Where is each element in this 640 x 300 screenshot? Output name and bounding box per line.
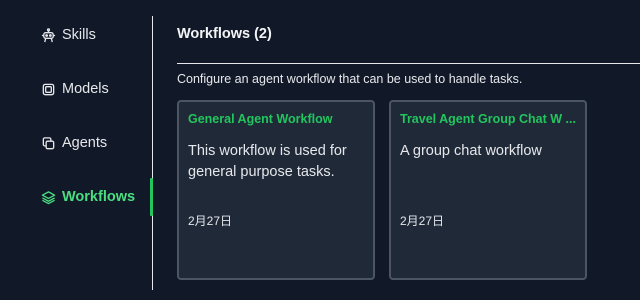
sidebar-item-label: Models <box>62 81 109 97</box>
sidebar-item-workflows[interactable]: Workflows <box>40 185 135 209</box>
header-divider <box>177 63 640 64</box>
page-description: Configure an agent workflow that can be … <box>177 72 523 86</box>
sidebar-item-skills[interactable]: Skills <box>40 23 96 47</box>
sidebar-item-label: Workflows <box>62 189 136 205</box>
workflow-card-general-agent[interactable]: General Agent Workflow This workflow is … <box>177 100 375 280</box>
layers-icon <box>40 189 56 205</box>
sidebar-item-label: Agents <box>62 135 108 151</box>
card-title: Travel Agent Group Chat W ... <box>400 112 576 126</box>
card-date: 2月27日 <box>400 214 445 228</box>
page-title: Workflows (2) <box>177 26 272 42</box>
app-window: Skills Models Agents Workflows Workflows… <box>0 0 640 300</box>
main-content: Workflows (2) Configure an agent workflo… <box>153 0 640 300</box>
sidebar-item-models[interactable]: Models <box>40 77 109 101</box>
workflow-card-travel-agent[interactable]: Travel Agent Group Chat W ... A group ch… <box>389 100 587 280</box>
robot-icon <box>40 27 56 43</box>
card-description: A group chat workflow <box>400 143 542 159</box>
card-title: General Agent Workflow <box>188 112 333 126</box>
card-description: This workflow is used for general purpos… <box>188 143 347 180</box>
sidebar: Skills Models Agents Workflows <box>0 0 152 300</box>
duplicate-icon <box>40 135 56 151</box>
card-date: 2月27日 <box>188 214 233 228</box>
sidebar-item-label: Skills <box>62 27 96 43</box>
cpu-chip-icon <box>40 81 56 97</box>
sidebar-item-agents[interactable]: Agents <box>40 131 107 155</box>
